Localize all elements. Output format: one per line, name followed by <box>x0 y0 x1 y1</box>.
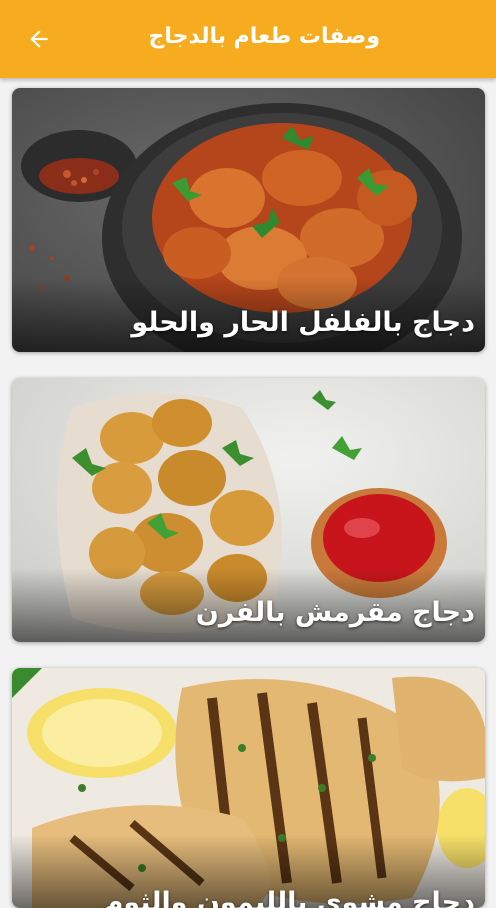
arrow-back-icon <box>30 30 48 48</box>
recipe-card[interactable]: دجاج مشوي بالليمون والثوم <box>12 668 485 908</box>
recipe-title: دجاج مقرمش بالفرن <box>195 597 475 628</box>
recipe-title: دجاج بالفلفل الحار والحلو <box>131 307 475 338</box>
page-title: وصفات طعام بالدجاج <box>148 24 380 49</box>
app-bar: وصفات طعام بالدجاج <box>0 0 496 78</box>
recipe-card[interactable]: دجاج بالفلفل الحار والحلو <box>12 88 485 352</box>
back-button[interactable] <box>22 22 56 56</box>
recipe-card[interactable]: دجاج مقرمش بالفرن <box>12 378 485 642</box>
recipe-title: دجاج مشوي بالليمون والثوم <box>103 887 475 908</box>
